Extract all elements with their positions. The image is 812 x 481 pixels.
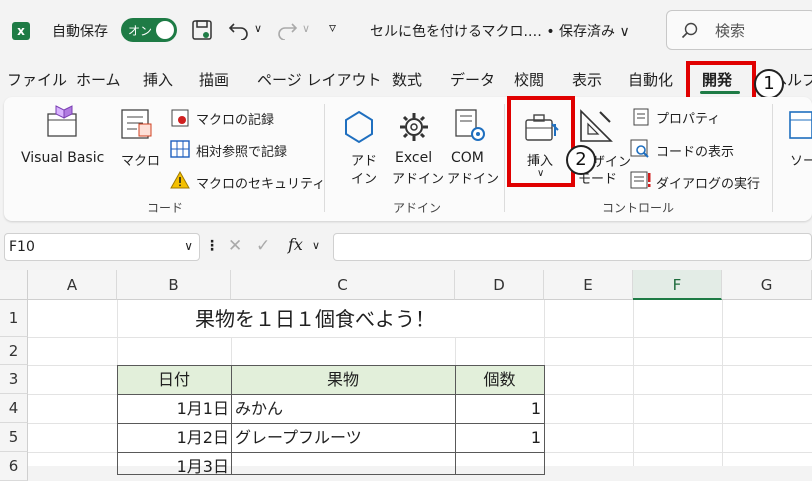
insert-function-icon[interactable]: fx [288,235,303,254]
name-box[interactable]: F10 ∨ [4,233,200,261]
cancel-entry-icon[interactable]: ✕ [228,236,242,256]
tab-draw[interactable]: 描画 [199,69,229,90]
column-header-c[interactable]: C [231,270,455,300]
tab-formulas[interactable]: 数式 [392,69,422,90]
table-cell-fruit[interactable]: グレープフルーツ [235,424,362,452]
tab-page-layout[interactable]: ページ レイアウト [257,69,381,90]
name-box-dropdown-icon[interactable]: ∨ [184,239,193,253]
sheet-title[interactable]: 果物を１日１個食べよう！ [195,305,435,333]
grid-line [633,300,634,466]
tab-insert[interactable]: 挿入 [143,69,173,90]
visual-basic-label[interactable]: Visual Basic [21,150,104,166]
redo-dropdown-icon[interactable]: ∨ [302,22,310,35]
addins-label-1[interactable]: アド [351,150,377,169]
run-dialog-label[interactable]: ダイアログの実行 [656,173,760,192]
formula-input[interactable] [333,233,812,261]
record-macro-icon[interactable] [170,108,190,128]
grid-line [722,300,723,466]
table-cell-date[interactable]: 1月2日 [117,424,229,452]
visual-basic-icon[interactable] [44,104,80,138]
developer-tab-highlight [686,61,756,101]
ribbon-separator [504,104,505,212]
grid-line [28,337,812,338]
autosave-label: 自動保存 [52,24,108,40]
row-header-4[interactable]: 4 [0,394,28,423]
table-header-date[interactable]: 日付 [117,366,231,394]
row-header-5[interactable]: 5 [0,423,28,452]
column-header-a[interactable]: A [28,270,117,300]
column-header-d[interactable]: D [455,270,544,300]
undo-dropdown-icon[interactable]: ∨ [254,22,262,35]
properties-label[interactable]: プロパティ [656,108,720,127]
table-cell-date[interactable]: 1月1日 [117,395,229,423]
relative-reference-label[interactable]: 相対参照で記録 [196,141,287,160]
select-all-corner[interactable] [0,270,28,300]
macro-icon[interactable] [119,106,155,140]
save-icon[interactable] [191,19,213,41]
tab-data[interactable]: データ [450,69,495,90]
properties-icon[interactable] [632,108,650,126]
controls-group-label: コントロール [602,201,675,215]
ribbon-separator [324,104,325,212]
table-cell-date[interactable]: 1月3日 [117,453,229,481]
column-header-g[interactable]: G [722,270,812,300]
column-header-f[interactable]: F [633,270,722,300]
row-header-1[interactable]: 1 [0,300,28,337]
function-dropdown-icon[interactable]: ∨ [312,239,320,252]
com-addins-label-2[interactable]: アドイン [447,168,499,187]
document-title[interactable]: セルに色を付けるマクロ.… • 保存済み ∨ [370,21,630,41]
tab-home[interactable]: ホーム [76,69,121,90]
macro-security-label[interactable]: マクロのセキュリティ [196,173,325,192]
confirm-entry-icon[interactable]: ✓ [256,236,270,256]
ribbon-separator [772,104,773,212]
view-code-label[interactable]: コードの表示 [656,141,734,160]
column-header-b[interactable]: B [117,270,231,300]
relative-reference-icon[interactable] [170,140,190,158]
addins-label-2[interactable]: イン [351,168,377,187]
excel-logo-icon: x [12,22,30,40]
tab-file[interactable]: ファイル [7,69,67,90]
code-group-label: コード [147,201,184,215]
record-macro-label[interactable]: マクロの記録 [196,109,274,128]
tab-automate[interactable]: 自動化 [628,69,673,90]
com-addins-label-1[interactable]: COM [451,150,484,166]
table-header-count[interactable]: 個数 [455,366,544,394]
excel-addins-label-1[interactable]: Excel [395,150,432,166]
table-cell-count[interactable]: 1 [455,424,541,452]
tab-view[interactable]: 表示 [572,69,602,90]
redo-icon[interactable] [276,20,298,40]
more-options-icon[interactable]: ⋮ [205,238,219,254]
name-box-value: F10 [9,239,35,255]
addins-icon[interactable] [342,110,376,144]
run-dialog-icon[interactable] [630,171,652,189]
search-placeholder: 検索 [715,22,746,40]
autosave-toggle[interactable]: オン [121,18,177,42]
annotation-step-2: 2 [566,145,596,175]
com-addins-icon[interactable] [452,108,488,144]
table-cell-fruit[interactable]: みかん [235,395,283,423]
insert-control-highlight [507,96,575,187]
source-icon[interactable] [788,108,812,142]
view-code-icon[interactable] [630,139,650,159]
annotation-step-1: 1 [754,69,784,99]
source-label[interactable]: ソー [790,150,812,169]
column-header-e[interactable]: E [544,270,633,300]
macro-security-icon[interactable] [170,171,190,189]
customize-toolbar-icon[interactable]: ▿ [329,20,336,36]
row-header-2[interactable]: 2 [0,337,28,365]
table-header-fruit[interactable]: 果物 [231,366,455,394]
macro-label[interactable]: マクロ [121,150,160,169]
search-icon [681,22,698,39]
table-cell-count[interactable]: 1 [455,395,541,423]
excel-addins-label-2[interactable]: アドイン [392,168,444,187]
addins-group-label: アドイン [393,201,442,215]
tab-review[interactable]: 校閲 [514,69,544,90]
excel-addins-icon[interactable] [397,110,431,144]
undo-icon[interactable] [228,20,250,40]
design-mode-icon[interactable] [578,108,614,144]
search-box[interactable]: 検索 [666,10,812,50]
row-header-6[interactable]: 6 [0,452,28,481]
row-header-3[interactable]: 3 [0,365,28,394]
